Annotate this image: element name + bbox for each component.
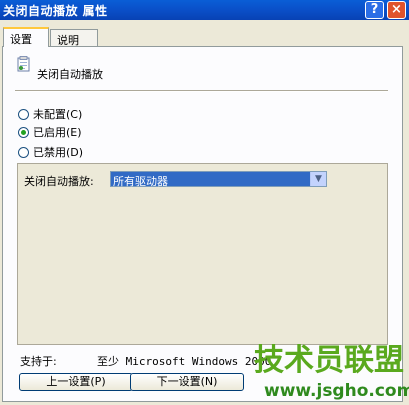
- separator: [15, 90, 388, 92]
- tab-settings-label: 设置: [10, 33, 32, 46]
- radio-disabled-circle[interactable]: [18, 146, 29, 158]
- watermark-url: www.jsgho.com: [264, 381, 409, 401]
- tab-settings[interactable]: 设置: [3, 27, 49, 47]
- radio-enabled-circle[interactable]: [18, 126, 29, 138]
- radio-disabled[interactable]: 已禁用(D): [18, 145, 83, 159]
- radio-disabled-label: 已禁用(D): [33, 146, 84, 159]
- radio-not-configured-label: 未配置(C): [33, 108, 83, 121]
- title-bar[interactable]: 关闭自动播放 属性 ? ×: [0, 0, 409, 20]
- drive-select-value: 所有驱动器: [113, 175, 168, 188]
- options-box: [17, 163, 388, 345]
- radio-enabled[interactable]: 已启用(E): [18, 125, 82, 139]
- radio-not-configured-circle[interactable]: [18, 108, 29, 120]
- chevron-down-icon[interactable]: ▼: [310, 172, 326, 186]
- help-button[interactable]: ?: [365, 1, 384, 19]
- supported-on-label: 支持于:: [20, 355, 57, 368]
- previous-setting-button[interactable]: 上一设置(P): [19, 373, 133, 391]
- supported-on-value: 至少 Microsoft Windows 2000: [97, 355, 272, 368]
- window-title: 关闭自动播放 属性: [3, 4, 108, 18]
- policy-icon: [17, 56, 30, 72]
- autoplay-option-label: 关闭自动播放:: [24, 175, 94, 188]
- drive-select[interactable]: 所有驱动器 ▼: [110, 171, 327, 188]
- radio-enabled-label: 已启用(E): [33, 126, 82, 139]
- watermark-brand: 技术员联盟: [254, 343, 404, 378]
- properties-dialog: 关闭自动播放 属性 ? × 说明 设置 关闭自动播放 未配置(C) 已启用(E)…: [0, 0, 409, 405]
- watermark-logo: 技术员联盟 www.jsgho.com: [254, 343, 409, 401]
- tab-explain[interactable]: 说明: [50, 29, 98, 47]
- close-button[interactable]: ×: [387, 1, 406, 19]
- radio-not-configured[interactable]: 未配置(C): [18, 107, 82, 121]
- next-setting-button[interactable]: 下一设置(N): [130, 373, 244, 391]
- policy-title: 关闭自动播放: [37, 68, 103, 81]
